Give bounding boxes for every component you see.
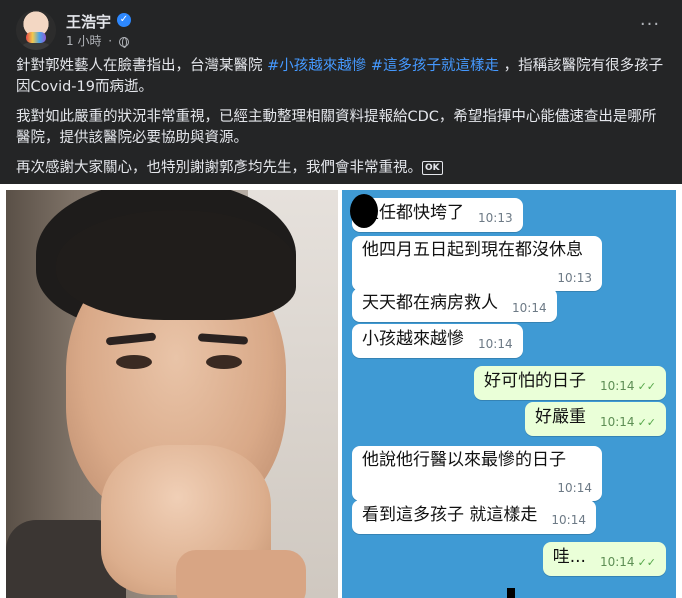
chat-time: 10:13 — [478, 211, 513, 225]
chat-bubble: 看到這多孩子 就這樣走 10:14 — [352, 500, 596, 534]
chat-screenshot: 主任都快垮了 10:13 他四月五日起到現在都沒休息 10:13 天天都在病房救人 1… — [342, 190, 676, 598]
read-check-icon: ✓✓ — [637, 380, 656, 393]
chat-time: 10:14 — [557, 481, 592, 495]
chat-bubble: 他四月五日起到現在都沒休息 10:13 — [352, 236, 602, 291]
chat-time: 10:14 — [551, 513, 586, 527]
facebook-post: 王浩宇 ✓ 1 小時 · ··· 針對郭姓藝人在臉書指出，台灣某醫院 #小孩越來… — [0, 0, 682, 598]
globe-icon[interactable] — [118, 37, 129, 48]
post-meta: 1 小時 · — [66, 32, 129, 49]
meta-separator: · — [108, 34, 113, 48]
chat-message-text: 他說他行醫以來最慘的日子 — [362, 450, 566, 470]
chat-time: 10:14 — [478, 337, 513, 351]
photo-arm — [176, 550, 306, 598]
chat-bubble: 他說他行醫以來最慘的日子 10:14 — [352, 446, 602, 501]
chat-bubble: 好可怕的日子 10:14 ✓✓ — [473, 366, 666, 400]
author-avatar[interactable] — [16, 10, 56, 50]
chat-bubble: 天天都在病房救人 10:14 — [352, 288, 557, 322]
avatar-mask — [26, 32, 46, 43]
post-text: 針對郭姓藝人在臉書指出，台灣某醫院 #小孩越來越慘 #這多孩子就這樣走 ，指稱該… — [16, 56, 666, 188]
chat-time: 10:13 — [557, 271, 592, 285]
chat-bubble: 哇... 10:14 ✓✓ — [542, 542, 666, 576]
ok-emoji-icon: OK — [422, 161, 443, 175]
post-header: 王浩宇 ✓ 1 小時 · ··· — [16, 10, 666, 50]
hashtag-link[interactable]: #這多孩子就這樣走 — [371, 58, 499, 74]
read-check-icon: ✓✓ — [637, 416, 656, 429]
chat-time: 10:14 — [599, 415, 635, 429]
chat-time: 10:14 — [599, 555, 635, 569]
photo-eye — [206, 355, 242, 369]
chat-message-text: 看到這多孩子 就這樣走 — [362, 505, 538, 525]
post-paragraph-1: 針對郭姓藝人在臉書指出，台灣某醫院 #小孩越來越慘 #這多孩子就這樣走 ，指稱該… — [16, 56, 666, 98]
chat-message-text: 好嚴重 — [534, 407, 586, 427]
author-name[interactable]: 王浩宇 — [66, 11, 111, 32]
chat-message-text: 他四月五日起到現在都沒休息 — [362, 240, 583, 260]
chat-time: 10:14 — [512, 301, 547, 315]
chat-bubble: 好嚴重 10:14 ✓✓ — [524, 402, 666, 436]
chat-time: 10:14 — [599, 379, 635, 393]
post-paragraph-3: 再次感謝大家關心，也特別謝謝郭彥均先生，我們會非常重視。 OK — [16, 158, 666, 179]
hashtag-link[interactable]: #小孩越來越慘 — [267, 58, 366, 74]
chat-message-text: 好可怕的日子 — [483, 371, 586, 391]
chat-message-text: 哇... — [552, 547, 586, 567]
chat-bubble: 小孩越來越慘 10:14 — [352, 324, 523, 358]
chat-message-text: 小孩越來越慘 — [362, 329, 464, 349]
photo-eye — [116, 355, 152, 369]
redaction-mark — [507, 588, 515, 598]
post-text-part: 針對郭姓藝人在臉書指出，台灣某醫院 — [16, 58, 268, 74]
man-photo — [6, 190, 338, 598]
more-options-icon[interactable]: ··· — [634, 14, 666, 42]
redaction-mark — [350, 194, 378, 228]
post-time[interactable]: 1 小時 — [66, 34, 101, 48]
chat-message-text: 天天都在病房救人 — [362, 293, 498, 313]
post-paragraph-2: 我對如此嚴重的狀況非常重視，已經主動整理相關資料提報給CDC，希望指揮中心能儘速… — [16, 109, 657, 146]
photo-fringe — [56, 210, 296, 320]
avatar-shirt — [20, 43, 52, 50]
verified-badge-icon: ✓ — [117, 13, 131, 27]
read-check-icon: ✓✓ — [637, 556, 656, 569]
post-text-part: 再次感謝大家關心，也特別謝謝郭彥均先生，我們會非常重視。 — [16, 160, 422, 176]
